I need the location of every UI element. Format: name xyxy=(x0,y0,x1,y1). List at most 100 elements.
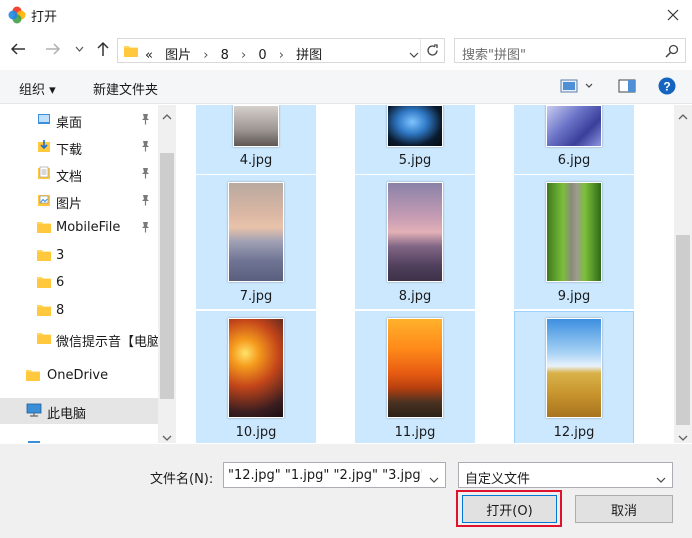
new-folder-button[interactable]: 新建文件夹 xyxy=(93,79,158,98)
image-thumbnail xyxy=(546,182,602,282)
file-name: 7.jpg xyxy=(239,289,273,304)
svg-text:?: ? xyxy=(663,80,670,94)
file-name: 11.jpg xyxy=(394,425,436,440)
arrow-right-icon xyxy=(46,43,61,55)
address-bar[interactable]: « 图片 › 8 › 0 › 拼图 xyxy=(117,38,445,63)
refresh-button[interactable] xyxy=(420,39,444,62)
scroll-up-icon[interactable] xyxy=(162,109,172,124)
computer-icon xyxy=(26,403,42,421)
title-bar: 打开 xyxy=(0,0,692,30)
app-logo-icon xyxy=(8,6,26,24)
sidebar-item-wechat-sounds[interactable]: 微信提示音【电脑 xyxy=(0,326,158,352)
file-type-value: 自定义文件 xyxy=(465,472,531,487)
sidebar-item-label: 桌面 xyxy=(56,116,83,131)
file-tile[interactable]: 12.jpg xyxy=(514,311,634,443)
breadcrumb-puzzle[interactable]: 拼图 xyxy=(296,48,322,63)
file-tile[interactable]: 4.jpg xyxy=(196,105,316,174)
sidebar-item-label: MobileFile xyxy=(56,220,121,235)
image-thumbnail xyxy=(546,105,602,147)
scroll-up-icon[interactable] xyxy=(678,109,688,124)
window-title: 打开 xyxy=(31,10,58,25)
file-name: 5.jpg xyxy=(398,153,432,168)
chevron-down-icon[interactable] xyxy=(656,472,666,487)
file-type-select[interactable]: 自定义文件 xyxy=(458,462,673,488)
sidebar-item-3[interactable]: 3 xyxy=(0,243,158,269)
close-button[interactable] xyxy=(654,0,692,30)
back-button[interactable] xyxy=(7,38,29,60)
file-name: 12.jpg xyxy=(553,425,595,440)
documents-folder-icon xyxy=(37,166,51,184)
up-button[interactable] xyxy=(92,38,114,60)
breadcrumb-overflow[interactable]: « xyxy=(145,48,153,63)
pin-icon xyxy=(140,194,151,210)
sidebar-item-label: 网络 xyxy=(47,440,73,443)
help-icon: ? xyxy=(658,77,676,95)
bottom-panel: 文件名(N): "12.jpg" "1.jpg" "2.jpg" "3.jpg"… xyxy=(0,444,692,538)
view-icon xyxy=(560,79,593,93)
sidebar-item-onedrive[interactable]: OneDrive xyxy=(0,363,158,389)
filename-input[interactable]: "12.jpg" "1.jpg" "2.jpg" "3.jpg" xyxy=(223,462,446,488)
breadcrumb-separator[interactable]: › xyxy=(203,48,208,63)
sidebar-item-label: 图片 xyxy=(56,197,83,212)
breadcrumb-pictures[interactable]: 图片 xyxy=(165,48,191,63)
sidebar-item-downloads[interactable]: 下载 xyxy=(0,134,158,160)
file-tile[interactable]: 9.jpg xyxy=(514,175,634,309)
sidebar-item-network[interactable]: 网络 xyxy=(0,435,158,443)
scroll-down-icon[interactable] xyxy=(162,430,172,445)
file-name: 6.jpg xyxy=(557,153,591,168)
image-thumbnail xyxy=(387,105,443,147)
breadcrumb-0[interactable]: 0 xyxy=(258,48,266,63)
file-name: 10.jpg xyxy=(235,425,277,440)
file-tile[interactable]: 7.jpg xyxy=(196,175,316,309)
navigation-row: « 图片 › 8 › 0 › 拼图 搜索"拼图" xyxy=(0,34,692,64)
image-thumbnail xyxy=(546,318,602,418)
folder-icon xyxy=(37,220,51,238)
chevron-down-icon[interactable] xyxy=(409,47,419,62)
file-tile[interactable]: 5.jpg xyxy=(355,105,475,174)
image-thumbnail xyxy=(228,318,284,418)
file-tile[interactable]: 11.jpg xyxy=(355,311,475,443)
content-scrollbar[interactable] xyxy=(674,105,692,443)
desktop-folder-icon xyxy=(37,112,51,130)
chevron-down-icon[interactable] xyxy=(429,472,439,487)
pin-icon xyxy=(140,140,151,156)
sidebar-item-pictures[interactable]: 图片 xyxy=(0,188,158,214)
pin-icon xyxy=(140,221,151,237)
filename-value: "12.jpg" "1.jpg" "2.jpg" "3.jpg" xyxy=(228,468,422,483)
sidebar-item-this-pc[interactable]: 此电脑 xyxy=(0,398,158,424)
change-view-button[interactable] xyxy=(560,79,594,97)
sidebar-item-8[interactable]: 8 xyxy=(0,298,158,324)
sidebar-item-label: 下载 xyxy=(56,143,83,158)
recent-locations-button[interactable] xyxy=(68,38,90,60)
preview-pane-icon xyxy=(618,79,636,93)
file-tile[interactable]: 10.jpg xyxy=(196,311,316,443)
scrollbar-thumb[interactable] xyxy=(160,153,174,399)
file-tile[interactable]: 8.jpg xyxy=(355,175,475,309)
breadcrumb-8[interactable]: 8 xyxy=(221,48,229,63)
breadcrumb-separator[interactable]: › xyxy=(279,48,284,63)
pin-icon xyxy=(140,113,151,129)
file-name: 9.jpg xyxy=(557,289,591,304)
scrollbar-thumb[interactable] xyxy=(676,235,690,425)
scroll-down-icon[interactable] xyxy=(678,430,688,445)
network-icon xyxy=(26,440,42,443)
folder-icon xyxy=(37,303,51,321)
sidebar-item-desktop[interactable]: 桌面 xyxy=(0,107,158,133)
file-tile[interactable]: 6.jpg xyxy=(514,105,634,174)
sidebar-item-documents[interactable]: 文档 xyxy=(0,161,158,187)
search-icon[interactable] xyxy=(665,44,679,62)
sidebar-item-label: OneDrive xyxy=(47,368,109,383)
sidebar-item-6[interactable]: 6 xyxy=(0,270,158,296)
preview-pane-button[interactable] xyxy=(618,79,636,97)
organize-menu[interactable]: 组织 ▾ xyxy=(19,79,56,98)
navigation-scrollbar[interactable] xyxy=(158,105,176,443)
cancel-button[interactable]: 取消 xyxy=(575,495,673,523)
open-button[interactable]: 打开(O) xyxy=(462,495,557,523)
sidebar-item-mobilefile[interactable]: MobileFile xyxy=(0,215,158,241)
arrow-up-icon xyxy=(97,41,109,56)
breadcrumb-separator[interactable]: › xyxy=(241,48,246,63)
forward-button[interactable] xyxy=(42,38,64,60)
help-button[interactable]: ? xyxy=(658,77,676,99)
folder-icon xyxy=(124,44,138,61)
search-input[interactable]: 搜索"拼图" xyxy=(454,38,686,63)
